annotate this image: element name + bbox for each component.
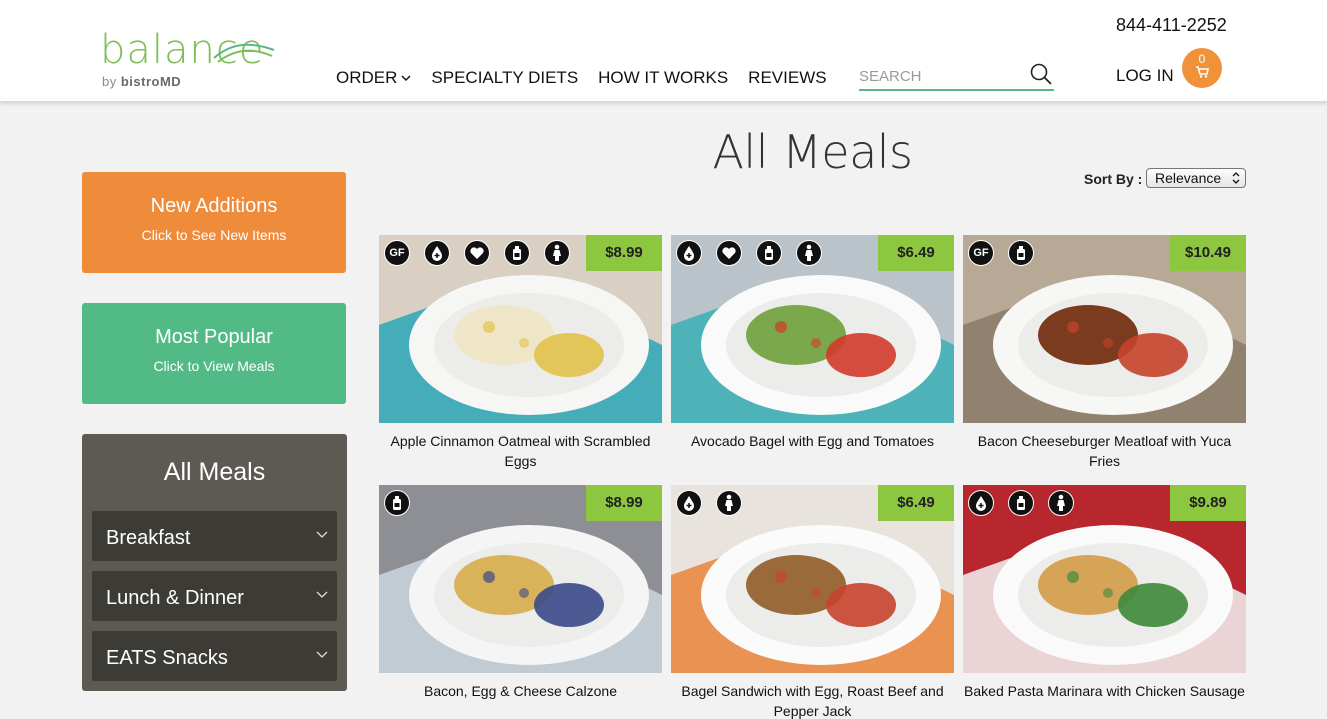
price-tag: $8.99 (586, 235, 662, 271)
meal-card[interactable]: GF $8.99 Apple Cinnamon Oatmeal with Scr… (379, 235, 662, 471)
chevron-down-icon (316, 651, 328, 658)
meal-image[interactable]: GF $8.99 (379, 235, 662, 423)
category-label: Lunch & Dinner (106, 587, 244, 609)
meal-name[interactable]: Apple Cinnamon Oatmeal with Scrambled Eg… (379, 431, 662, 471)
bottle-icon (1008, 240, 1034, 266)
select-arrows-icon (1232, 172, 1240, 184)
new-additions-button[interactable]: New Additions Click to See New Items (82, 172, 346, 273)
bottle-icon (1008, 490, 1034, 516)
most-popular-title: Most Popular (155, 326, 273, 348)
diet-badges (676, 490, 742, 516)
chevron-down-icon (401, 75, 411, 82)
diabetic-icon (424, 240, 450, 266)
meal-name[interactable]: Bagel Sandwich with Egg, Roast Beef and … (671, 681, 954, 719)
gf-icon: GF (384, 240, 410, 266)
heart-icon (716, 240, 742, 266)
most-popular-button[interactable]: Most Popular Click to View Meals (82, 303, 346, 404)
search-icon[interactable] (1029, 62, 1053, 86)
meal-image[interactable]: $9.89 (963, 485, 1246, 673)
price-tag: $6.49 (878, 485, 954, 521)
meal-name[interactable]: Baked Pasta Marinara with Chicken Sausag… (963, 681, 1246, 701)
search-box (859, 60, 1054, 91)
meal-image[interactable]: $8.99 (379, 485, 662, 673)
heart-icon (464, 240, 490, 266)
sort-select[interactable]: Relevance (1146, 168, 1246, 188)
meal-name[interactable]: Bacon, Egg & Cheese Calzone (379, 681, 662, 701)
logo-swoosh-icon (213, 43, 275, 63)
female-icon (1048, 490, 1074, 516)
cart-button[interactable]: 0 (1182, 48, 1222, 88)
nav-order-label: ORDER (336, 68, 398, 87)
female-icon (796, 240, 822, 266)
sort-value: Relevance (1155, 170, 1222, 186)
cart-icon (1196, 66, 1209, 78)
category-eats-snacks[interactable]: EATS Snacks (92, 631, 337, 681)
main-nav: ORDER SPECIALTY DIETS HOW IT WORKS REVIE… (336, 68, 827, 88)
diabetic-icon (676, 240, 702, 266)
balance-logo[interactable]: balance by bistroMD (100, 28, 280, 92)
category-panel: All Meals Breakfast Lunch & Dinner EATS … (82, 434, 347, 691)
nav-how-it-works[interactable]: HOW IT WORKS (598, 68, 728, 88)
price-tag: $9.89 (1170, 485, 1246, 521)
bottle-icon (384, 490, 410, 516)
sort-label: Sort By : (1084, 171, 1143, 187)
search-input[interactable] (859, 65, 1019, 87)
meal-card[interactable]: $6.49 Bagel Sandwich with Egg, Roast Bee… (671, 485, 954, 719)
diabetic-icon (968, 490, 994, 516)
gf-icon: GF (968, 240, 994, 266)
diet-badges: GF (968, 240, 1034, 266)
bottle-icon (756, 240, 782, 266)
nav-reviews[interactable]: REVIEWS (748, 68, 826, 88)
chevron-down-icon (316, 591, 328, 598)
phone-number[interactable]: 844-411-2252 (1116, 15, 1227, 36)
meal-card[interactable]: $6.49 Avocado Bagel with Egg and Tomatoe… (671, 235, 954, 451)
logo-subtitle: by bistroMD (102, 74, 182, 89)
nav-order[interactable]: ORDER (336, 68, 411, 88)
meal-image[interactable]: $6.49 (671, 235, 954, 423)
category-label: Breakfast (106, 527, 191, 549)
meal-name[interactable]: Bacon Cheeseburger Meatloaf with Yuca Fr… (963, 431, 1246, 471)
login-link[interactable]: LOG IN (1116, 66, 1174, 86)
category-panel-title: All Meals (163, 458, 266, 486)
meal-image[interactable]: $6.49 (671, 485, 954, 673)
new-additions-title: New Additions (150, 195, 278, 217)
most-popular-subtitle: Click to View Meals (153, 358, 275, 374)
female-icon (716, 490, 742, 516)
chevron-down-icon (316, 531, 328, 538)
diet-badges: GF (384, 240, 570, 266)
new-additions-subtitle: Click to See New Items (141, 227, 287, 243)
category-breakfast[interactable]: Breakfast (92, 511, 337, 561)
nav-specialty-diets[interactable]: SPECIALTY DIETS (431, 68, 578, 88)
diet-badges (384, 490, 410, 516)
cart-count: 0 (1198, 52, 1206, 66)
price-tag: $10.49 (1170, 235, 1246, 271)
category-label: EATS Snacks (106, 647, 228, 669)
bottle-icon (504, 240, 530, 266)
price-tag: $6.49 (878, 235, 954, 271)
page-title: All Meals (712, 125, 913, 179)
meal-image[interactable]: GF $10.49 (963, 235, 1246, 423)
meal-card[interactable]: $8.99 Bacon, Egg & Cheese Calzone (379, 485, 662, 701)
meal-card[interactable]: GF $10.49 Bacon Cheeseburger Meatloaf wi… (963, 235, 1246, 471)
category-lunch-dinner[interactable]: Lunch & Dinner (92, 571, 337, 621)
diet-badges (968, 490, 1074, 516)
site-header: balance by bistroMD 844-411-2252 ORDER S… (0, 0, 1327, 102)
meal-name[interactable]: Avocado Bagel with Egg and Tomatoes (671, 431, 954, 451)
diet-badges (676, 240, 822, 266)
price-tag: $8.99 (586, 485, 662, 521)
diabetic-icon (676, 490, 702, 516)
meal-card[interactable]: $9.89 Baked Pasta Marinara with Chicken … (963, 485, 1246, 701)
female-icon (544, 240, 570, 266)
